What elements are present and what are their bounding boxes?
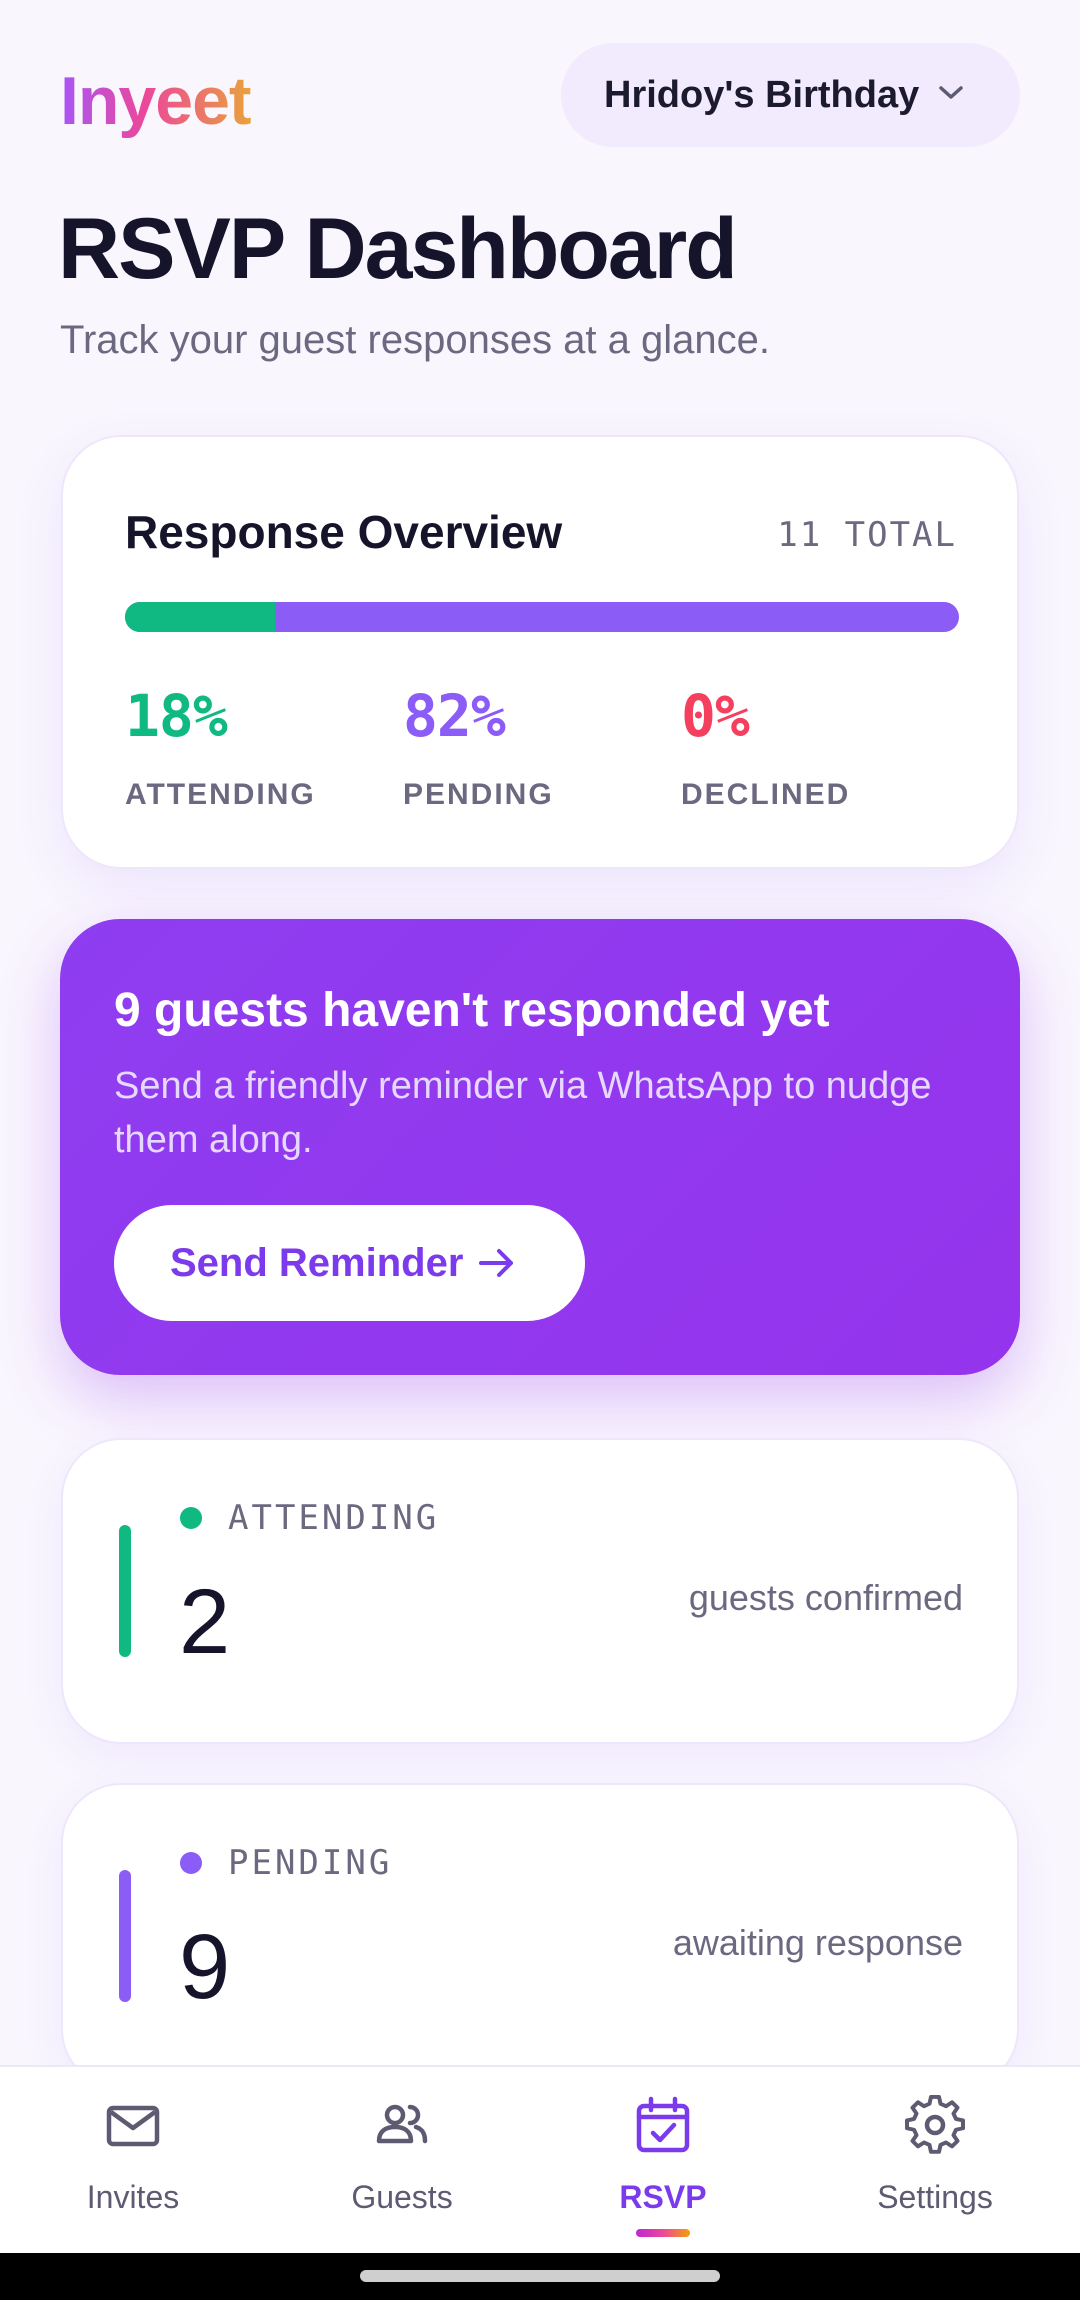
attending-count: 2	[179, 1571, 231, 1673]
nav-item-settings[interactable]: Settings	[825, 2067, 1045, 2255]
nav-label-rsvp: RSVP	[619, 2179, 707, 2215]
users-icon	[376, 2104, 428, 2144]
pending-status-card[interactable]: PENDING 9 awaiting response	[61, 1783, 1019, 2089]
app-logo: Inyeet	[60, 63, 252, 139]
declined-percent: 0%	[681, 682, 750, 750]
page-subtitle: Track your guest responses at a glance.	[60, 318, 770, 362]
pending-description: awaiting response	[672, 1922, 963, 1963]
reminder-card: 9 guests haven't responded yet Send a fr…	[60, 919, 1020, 1375]
nav-label-guests: Guests	[351, 2179, 453, 2215]
pending-status-label: PENDING	[228, 1843, 393, 1883]
overview-title: Response Overview	[125, 506, 563, 558]
event-selector[interactable]: Hridoy's Birthday	[561, 43, 1020, 147]
attending-dot-icon	[180, 1507, 202, 1529]
send-reminder-button[interactable]: Send Reminder	[114, 1205, 585, 1321]
gear-icon	[905, 2095, 965, 2154]
mail-icon	[106, 2105, 160, 2147]
attending-progress-fill	[125, 602, 276, 632]
declined-stat: 0% DECLINED	[681, 682, 850, 812]
attending-stat: 18% ATTENDING	[125, 682, 316, 812]
bottom-navigation: Invites Guests RSVP Settings	[0, 2065, 1080, 2253]
pending-percent: 82%	[403, 682, 506, 750]
pending-accent-bar	[119, 1870, 131, 2002]
declined-stat-label: DECLINED	[681, 778, 851, 811]
attending-accent-bar	[119, 1525, 131, 1657]
event-selector-value: Hridoy's Birthday	[604, 73, 920, 116]
system-gesture-bar	[0, 2253, 1080, 2300]
rsvp-dashboard-screen: Inyeet Hridoy's Birthday RSVP Dashboard …	[0, 0, 1080, 2300]
total-count: 11 TOTAL	[777, 515, 957, 555]
reminder-title: 9 guests haven't responded yet	[114, 984, 830, 1037]
nav-label-settings: Settings	[877, 2179, 993, 2215]
attending-status-label: ATTENDING	[228, 1498, 440, 1538]
nav-item-invites[interactable]: Invites	[23, 2067, 243, 2255]
response-progress-bar	[125, 602, 959, 632]
attending-stat-label: ATTENDING	[125, 778, 316, 811]
reminder-text: Send a friendly reminder via WhatsApp to…	[114, 1065, 932, 1161]
pending-stat: 82% PENDING	[403, 682, 554, 812]
pending-count: 9	[179, 1916, 231, 2018]
page-title: RSVP Dashboard	[58, 201, 738, 297]
active-tab-indicator	[636, 2229, 690, 2237]
chevron-down-icon	[939, 86, 963, 99]
pending-dot-icon	[180, 1852, 202, 1874]
pending-stat-label: PENDING	[403, 778, 554, 811]
attending-status-card[interactable]: ATTENDING 2 guests confirmed	[61, 1438, 1019, 1744]
nav-item-rsvp[interactable]: RSVP	[553, 2067, 773, 2255]
nav-label-invites: Invites	[86, 2179, 180, 2215]
arrow-right-icon	[479, 1249, 513, 1277]
response-overview-card: Response Overview 11 TOTAL 18% ATTENDING…	[61, 435, 1019, 869]
home-gesture-handle[interactable]	[360, 2270, 720, 2282]
attending-description: guests confirmed	[688, 1577, 963, 1618]
send-reminder-label: Send Reminder	[170, 1240, 464, 1285]
nav-item-guests[interactable]: Guests	[292, 2067, 512, 2255]
calendar-check-icon	[636, 2096, 690, 2153]
attending-percent: 18%	[125, 682, 228, 750]
